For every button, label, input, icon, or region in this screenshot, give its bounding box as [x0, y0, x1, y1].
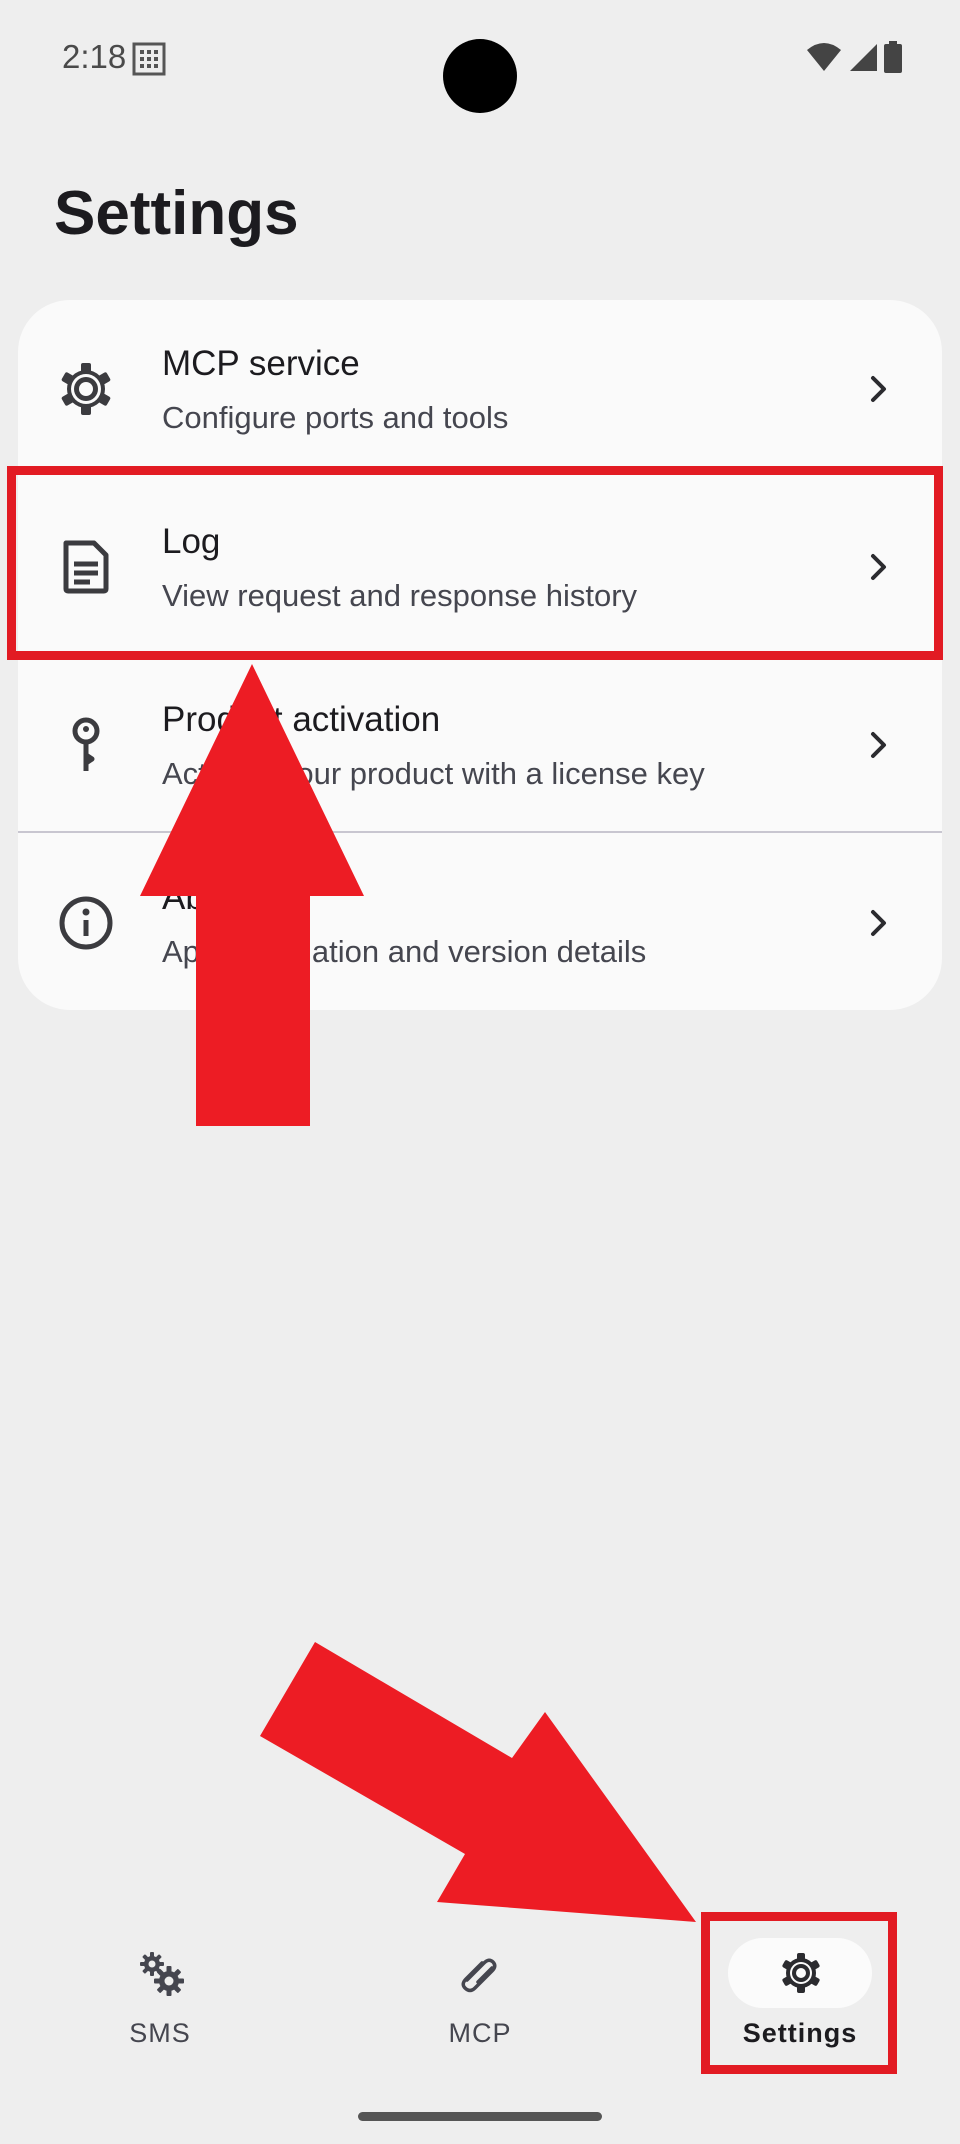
nav-item-sms[interactable]: SMS [0, 1900, 320, 2100]
settings-item-title: Log [162, 522, 221, 561]
nav-label: MCP [448, 2018, 512, 2048]
nav-item-mcp[interactable]: MCP [320, 1900, 640, 2100]
document-icon [63, 540, 109, 594]
settings-item-log[interactable]: Log View request and response history [18, 478, 942, 656]
chevron-right-icon [871, 910, 886, 936]
home-indicator[interactable] [358, 2112, 602, 2121]
page-title: Settings [54, 179, 299, 248]
gear-icon [61, 363, 111, 415]
battery-icon [884, 41, 902, 73]
settings-item-product-activation[interactable]: Product activation Activate your product… [18, 656, 942, 834]
settings-item-subtitle: Activate your product with a license key [162, 756, 705, 791]
settings-item-title: Product activation [162, 700, 441, 739]
bottom-navigation: SMS MCP Settings [0, 1900, 960, 2100]
status-time: 2:18 [62, 38, 127, 75]
settings-list: MCP service Configure ports and tools Lo… [18, 300, 942, 1010]
status-icons [806, 40, 902, 74]
cell-signal-icon [850, 44, 877, 71]
settings-item-subtitle: View request and response history [162, 578, 638, 613]
settings-item-subtitle: App information and version details [162, 934, 647, 969]
nav-label: Settings [742, 2018, 858, 2048]
paperclip-icon [461, 1958, 497, 1993]
key-icon [72, 717, 100, 771]
sim-card-icon [132, 42, 166, 76]
settings-item-mcp-service[interactable]: MCP service Configure ports and tools [18, 300, 942, 478]
gear-icon [782, 1953, 820, 1993]
chevron-right-icon [871, 376, 886, 402]
chevron-right-icon [871, 732, 886, 758]
gears-icon [140, 1952, 184, 1996]
chevron-right-icon [871, 554, 886, 580]
status-bar: 2:18 [0, 0, 960, 116]
info-icon [59, 896, 113, 950]
divider [18, 831, 942, 833]
settings-item-about[interactable]: About App information and version detail… [18, 834, 942, 1010]
settings-item-subtitle: Configure ports and tools [162, 400, 509, 435]
settings-item-title: About [162, 878, 254, 917]
nav-item-settings[interactable]: Settings [640, 1900, 960, 2100]
diagonal-arrow-annotation [260, 1642, 696, 1922]
wifi-icon [807, 43, 841, 71]
settings-item-title: MCP service [162, 344, 360, 383]
camera-cutout [443, 39, 517, 113]
nav-label: SMS [129, 2018, 191, 2048]
